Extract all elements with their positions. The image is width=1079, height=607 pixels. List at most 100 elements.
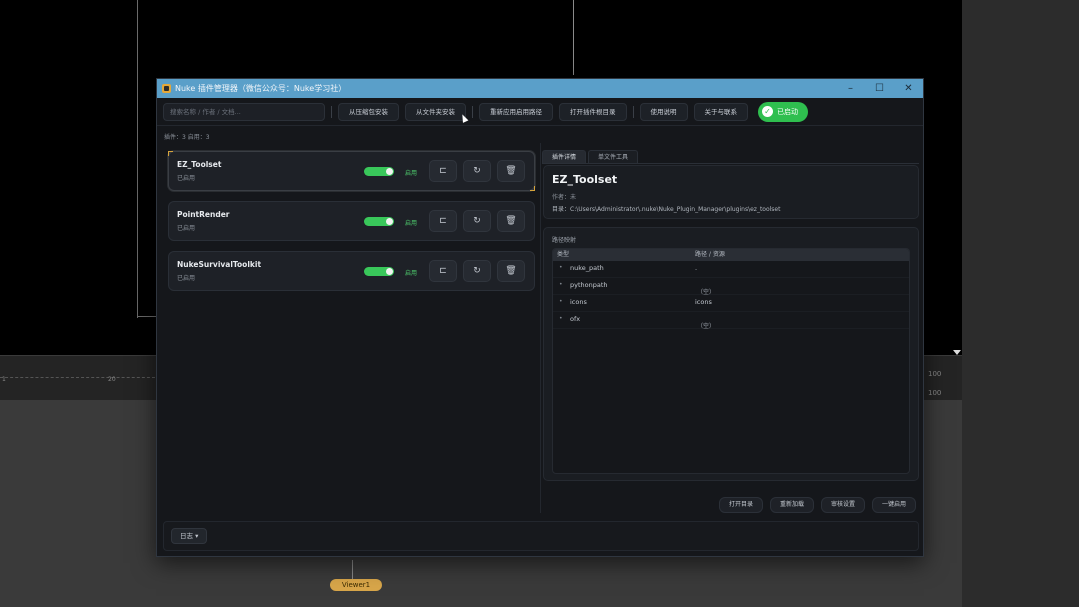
reload-icon[interactable]: ↻ (463, 160, 491, 182)
enable-toggle[interactable] (364, 167, 394, 176)
toggle-label: 启用 (405, 220, 418, 227)
reapply-paths-button[interactable]: 重新应用启用路径 (479, 102, 553, 121)
plugin-status: 已启用 (177, 225, 196, 232)
plugin-status: 已启用 (177, 175, 196, 182)
table-row[interactable]: • icons icons (553, 295, 909, 312)
toggle-label: 启用 (405, 170, 418, 177)
minimize-button[interactable]: – (836, 83, 865, 94)
path-value: . (695, 264, 698, 272)
timeline-label: 20 (108, 376, 116, 383)
timeline-ticks (0, 370, 155, 378)
open-folder-icon[interactable]: ⊏ (429, 210, 457, 232)
plugin-status: 已启用 (177, 275, 196, 282)
usage-instructions-button[interactable]: 使用说明 (639, 102, 688, 121)
enable-toggle[interactable] (364, 267, 394, 276)
delete-icon[interactable]: 🗑 (497, 160, 525, 182)
enable-toggle[interactable] (364, 217, 394, 226)
tab-underline (542, 163, 919, 164)
column-header-type[interactable]: 类型 (553, 249, 695, 261)
path-mapping-card: 路径映射 类型 路径 / 资源 • nuke_path . • pythonpa… (543, 227, 919, 481)
nuke-app-icon (162, 84, 171, 93)
expand-icon[interactable]: • (559, 264, 563, 271)
timeline-frame-end: 100 (928, 370, 942, 378)
search-input[interactable]: 搜索名称 / 作者 / 文档... (163, 102, 325, 121)
path-type: nuke_path (570, 264, 604, 272)
maximize-button[interactable]: ☐ (865, 83, 894, 94)
toggle-knob (386, 168, 393, 175)
panel-splitter[interactable] (540, 143, 541, 513)
about-contact-button[interactable]: 关于与联系 (693, 102, 748, 121)
toolbar-divider (632, 105, 634, 118)
table-row[interactable]: • pythonpath （空） (553, 278, 909, 296)
table-row[interactable]: • ofx （空） (553, 312, 909, 330)
expand-icon[interactable]: • (559, 281, 563, 288)
open-folder-icon[interactable]: ⊏ (429, 160, 457, 182)
install-from-folder-button[interactable]: 从文件夹安装 (405, 102, 466, 121)
path-table: 类型 路径 / 资源 • nuke_path . • pythonpath （空… (552, 248, 910, 474)
plugin-manager-window: Nuke 插件管理器（微信公众号：Nuke学习社） – ☐ ✕ 搜索名称 / 作… (156, 78, 924, 557)
enable-all-button[interactable]: 一键启用 (872, 497, 917, 513)
reload-icon[interactable]: ↻ (463, 210, 491, 232)
expand-icon[interactable]: • (559, 298, 563, 305)
tab-single-file-tools[interactable]: 单文件工具 (588, 150, 639, 163)
open-folder-icon[interactable]: ⊏ (429, 260, 457, 282)
delete-icon[interactable]: 🗑 (497, 260, 525, 282)
nuke-properties-panel (962, 0, 1079, 607)
plugin-card[interactable]: EZ_Toolset 已启用 启用 ⊏ ↻ 🗑 (168, 151, 535, 191)
timeline-marker-icon (953, 350, 961, 355)
path-mapping-title: 路径映射 (552, 237, 577, 244)
plugin-counts: 插件：3 启用：3 (164, 134, 210, 141)
toggle-knob (386, 268, 393, 275)
path-value: icons (695, 298, 712, 306)
reload-icon[interactable]: ↻ (463, 260, 491, 282)
plugin-card[interactable]: NukeSurvivalToolkit 已启用 启用 ⊏ ↻ 🗑 (168, 251, 535, 291)
viewer-frame-line (137, 316, 157, 317)
detail-directory: 目录：C:\Users\Administrator\.nuke\Nuke_Plu… (552, 206, 781, 213)
plugin-name: EZ_Toolset (177, 160, 222, 169)
timeline-label: 1 (2, 376, 6, 383)
enabled-status-button[interactable]: ✓ 已启动 (758, 101, 808, 122)
timeline-frame-end: 100 (928, 389, 942, 397)
viewer-frame-line (573, 0, 574, 75)
toolbar: 搜索名称 / 作者 / 文档... 从压缩包安装 从文件夹安装 重新应用启用路径… (157, 98, 923, 126)
toggle-label: 启用 (405, 270, 418, 277)
path-type: icons (570, 298, 587, 306)
close-button[interactable]: ✕ (894, 83, 923, 94)
log-panel: 日志 ▾ (163, 521, 919, 551)
plugin-name: NukeSurvivalToolkit (177, 260, 262, 269)
delete-icon[interactable]: 🗑 (497, 210, 525, 232)
title-bar[interactable]: Nuke 插件管理器（微信公众号：Nuke学习社） – ☐ ✕ (157, 79, 923, 98)
plugin-card[interactable]: PointRender 已启用 启用 ⊏ ↻ 🗑 (168, 201, 535, 241)
tab-plugin-details[interactable]: 插件详情 (542, 150, 587, 163)
viewer-node[interactable]: Viewer1 (330, 579, 382, 591)
path-value-empty: （空） (697, 323, 716, 330)
log-toggle-button[interactable]: 日志 ▾ (171, 528, 208, 544)
review-settings-button[interactable]: 审核设置 (821, 497, 866, 513)
viewer-frame-line (137, 0, 138, 318)
toggle-knob (386, 218, 393, 225)
column-header-path[interactable]: 路径 / 资源 (695, 249, 909, 261)
path-type: ofx (570, 315, 581, 323)
screen: 1 20 100 100 Viewer1 Nuke 插件管理器（微信公众号：Nu… (0, 0, 1079, 607)
node-connection (352, 560, 353, 579)
install-from-zip-button[interactable]: 从压缩包安装 (338, 102, 399, 121)
open-directory-button[interactable]: 打开目录 (719, 497, 764, 513)
detail-actions: 打开目录 重新加载 审核设置 一键启用 (719, 497, 917, 513)
check-icon: ✓ (762, 106, 773, 117)
detail-title: EZ_Toolset (552, 173, 618, 186)
reload-button[interactable]: 重新加载 (770, 497, 815, 513)
plugin-name: PointRender (177, 210, 230, 219)
expand-icon[interactable]: • (559, 315, 563, 322)
table-header: 类型 路径 / 资源 (553, 249, 909, 261)
detail-author: 作者：未 (552, 194, 577, 201)
enabled-status-label: 已启动 (777, 107, 798, 116)
toolbar-divider (331, 105, 332, 118)
toolbar-divider (472, 105, 473, 118)
plugin-detail-card: EZ_Toolset 作者：未 目录：C:\Users\Administrato… (543, 165, 919, 219)
detail-tabs: 插件详情 单文件工具 (542, 150, 639, 163)
table-row[interactable]: • nuke_path . (553, 261, 909, 278)
open-plugin-root-button[interactable]: 打开插件根目录 (559, 102, 627, 121)
path-type: pythonpath (570, 281, 608, 289)
plugin-list: EZ_Toolset 已启用 启用 ⊏ ↻ 🗑 PointRender 已启用 … (168, 151, 535, 301)
window-title: Nuke 插件管理器（微信公众号：Nuke学习社） (175, 84, 347, 93)
